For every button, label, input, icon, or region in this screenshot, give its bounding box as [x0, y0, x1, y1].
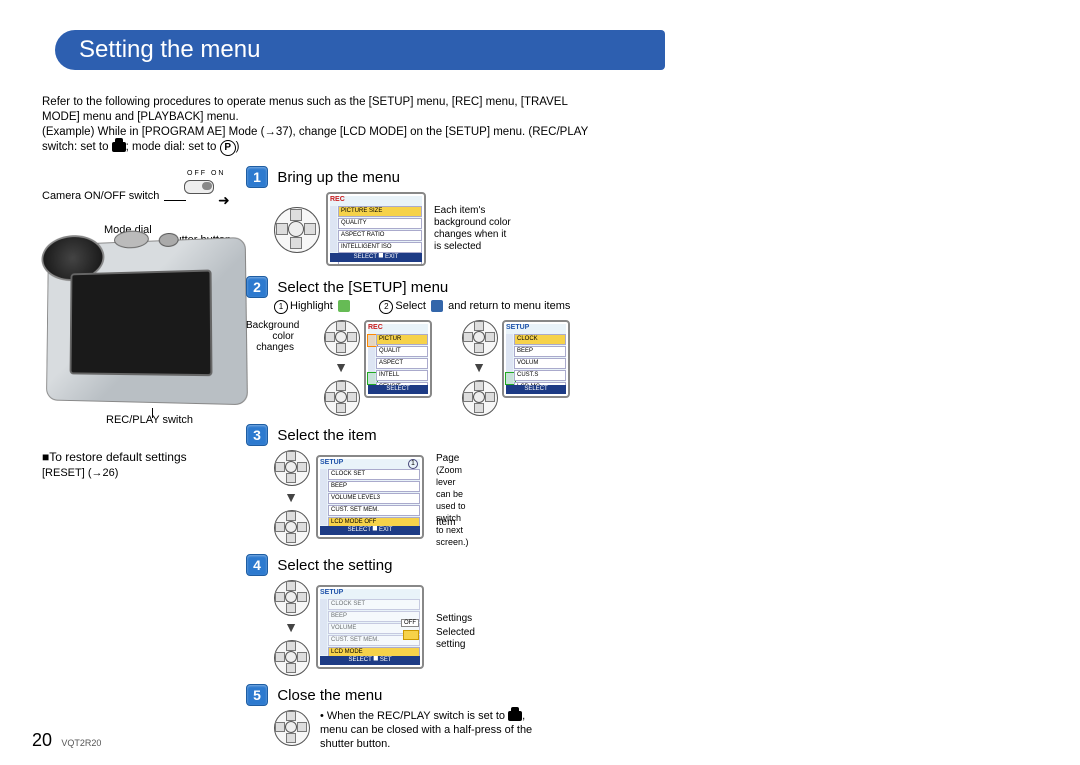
page-indicator-icon: 1	[408, 459, 418, 469]
step3-screen: SETUP 1 CLOCK SET BEEP VOLUME LEVEL3 CUS…	[316, 455, 424, 539]
step2-bgnote: Background color changes	[246, 320, 294, 353]
dpad-icon	[274, 640, 308, 674]
mode-p-icon: P	[220, 140, 236, 156]
step-4-title: Select the setting	[277, 557, 392, 574]
step4-off-value: OFF	[401, 619, 419, 627]
dpad-icon	[274, 510, 308, 544]
step3-page-label: Page (Zoom lever can be used to switch t…	[436, 453, 469, 549]
step-5-title: Close the menu	[277, 687, 382, 704]
label-recplay: REC/PLAY switch	[106, 414, 193, 426]
down-arrow-icon: ▼	[284, 620, 298, 634]
dpad-icon	[274, 580, 308, 614]
restore-heading: ■To restore default settings	[42, 450, 187, 466]
dpad-icon	[274, 710, 308, 744]
onoff-switch-icon	[184, 180, 214, 194]
step-5: 5 Close the menu • When the REC/PLAY swi…	[246, 684, 626, 751]
label-onoff: Camera ON/OFF switch	[42, 190, 159, 202]
page-number: 20	[32, 730, 52, 750]
step4-selected-chip	[403, 630, 419, 640]
step2-left-screen: REC PICTUR QUALIT ASPECT INTELL SENSIT S…	[364, 320, 432, 398]
step-1-badge: 1	[246, 166, 268, 188]
step-5-badge: 5	[246, 684, 268, 706]
step2-right-screen: SETUP CLOCK BEEP VOLUM CUST.S LCD MC SEL…	[502, 320, 570, 398]
camera-illustration	[46, 237, 248, 405]
restore-defaults-block: ■To restore default settings [RESET] (→2…	[42, 450, 187, 480]
step3-item-label: Item	[436, 517, 455, 529]
dpad-icon	[274, 207, 318, 251]
camera-dial-icon	[114, 230, 149, 249]
step1-note: Each item's background color changes whe…	[434, 205, 514, 253]
setup-tab-icon	[338, 300, 350, 312]
arrow-right-icon: ➜	[218, 192, 230, 209]
dpad-icon	[462, 320, 496, 354]
step-1-title: Bring up the menu	[277, 169, 400, 186]
dpad-icon	[324, 320, 358, 354]
step4-selected-label: Selected setting	[436, 627, 496, 651]
select-chip-icon	[431, 300, 443, 312]
intro-line1: Refer to the following procedures to ope…	[42, 95, 602, 125]
intro-block: Refer to the following procedures to ope…	[42, 95, 602, 156]
step-3: 3 Select the item ▼ SETUP 1 CLOCK SET BE…	[246, 424, 626, 544]
down-arrow-icon: ▼	[284, 490, 298, 504]
restore-detail: [RESET] (→26)	[42, 466, 187, 480]
page-title-bar: Setting the menu	[55, 30, 665, 70]
doc-id: VQT2R20	[61, 738, 101, 748]
step-2: 2 Select the [SETUP] menu 1Highlight 2Se…	[246, 276, 626, 414]
step-4-badge: 4	[246, 554, 268, 576]
label-off-on: OFF ON	[187, 170, 225, 177]
circled-2-icon: 2	[379, 300, 393, 314]
step-1: 1 Bring up the menu REC PICTURE SIZE QUA…	[246, 166, 626, 266]
step-3-badge: 3	[246, 424, 268, 446]
intro-example: (Example) While in [PROGRAM AE] Mode (→3…	[42, 125, 602, 156]
down-arrow-icon: ▼	[334, 360, 348, 374]
step-2-badge: 2	[246, 276, 268, 298]
step2-substeps: 1Highlight 2Select and return to menu it…	[274, 300, 626, 314]
camera-screen-icon	[70, 269, 213, 376]
step-4: 4 Select the setting ▼ SETUP CLOCK SET B…	[246, 554, 626, 674]
down-arrow-icon: ▼	[472, 360, 486, 374]
step-3-title: Select the item	[277, 427, 376, 444]
page-title: Setting the menu	[55, 36, 260, 64]
camera-rec-icon	[508, 711, 522, 721]
step4-settings-label: Settings	[436, 613, 472, 625]
step5-note: • When the REC/PLAY switch is set to , m…	[320, 710, 550, 751]
camera-shutter-icon	[159, 233, 179, 248]
dpad-icon	[274, 450, 308, 484]
page-footer: 20 VQT2R20	[32, 730, 101, 751]
steps-column: 1 Bring up the menu REC PICTURE SIZE QUA…	[246, 166, 626, 761]
camera-rec-icon	[112, 142, 126, 152]
dpad-icon	[462, 380, 496, 414]
circled-1-icon: 1	[274, 300, 288, 314]
step4-screen: SETUP CLOCK SET BEEP VOLUME CUST. SET ME…	[316, 585, 424, 669]
step-2-title: Select the [SETUP] menu	[277, 279, 448, 296]
step1-screen: REC PICTURE SIZE QUALITY ASPECT RATIO IN…	[326, 192, 426, 266]
dpad-icon	[324, 380, 358, 414]
